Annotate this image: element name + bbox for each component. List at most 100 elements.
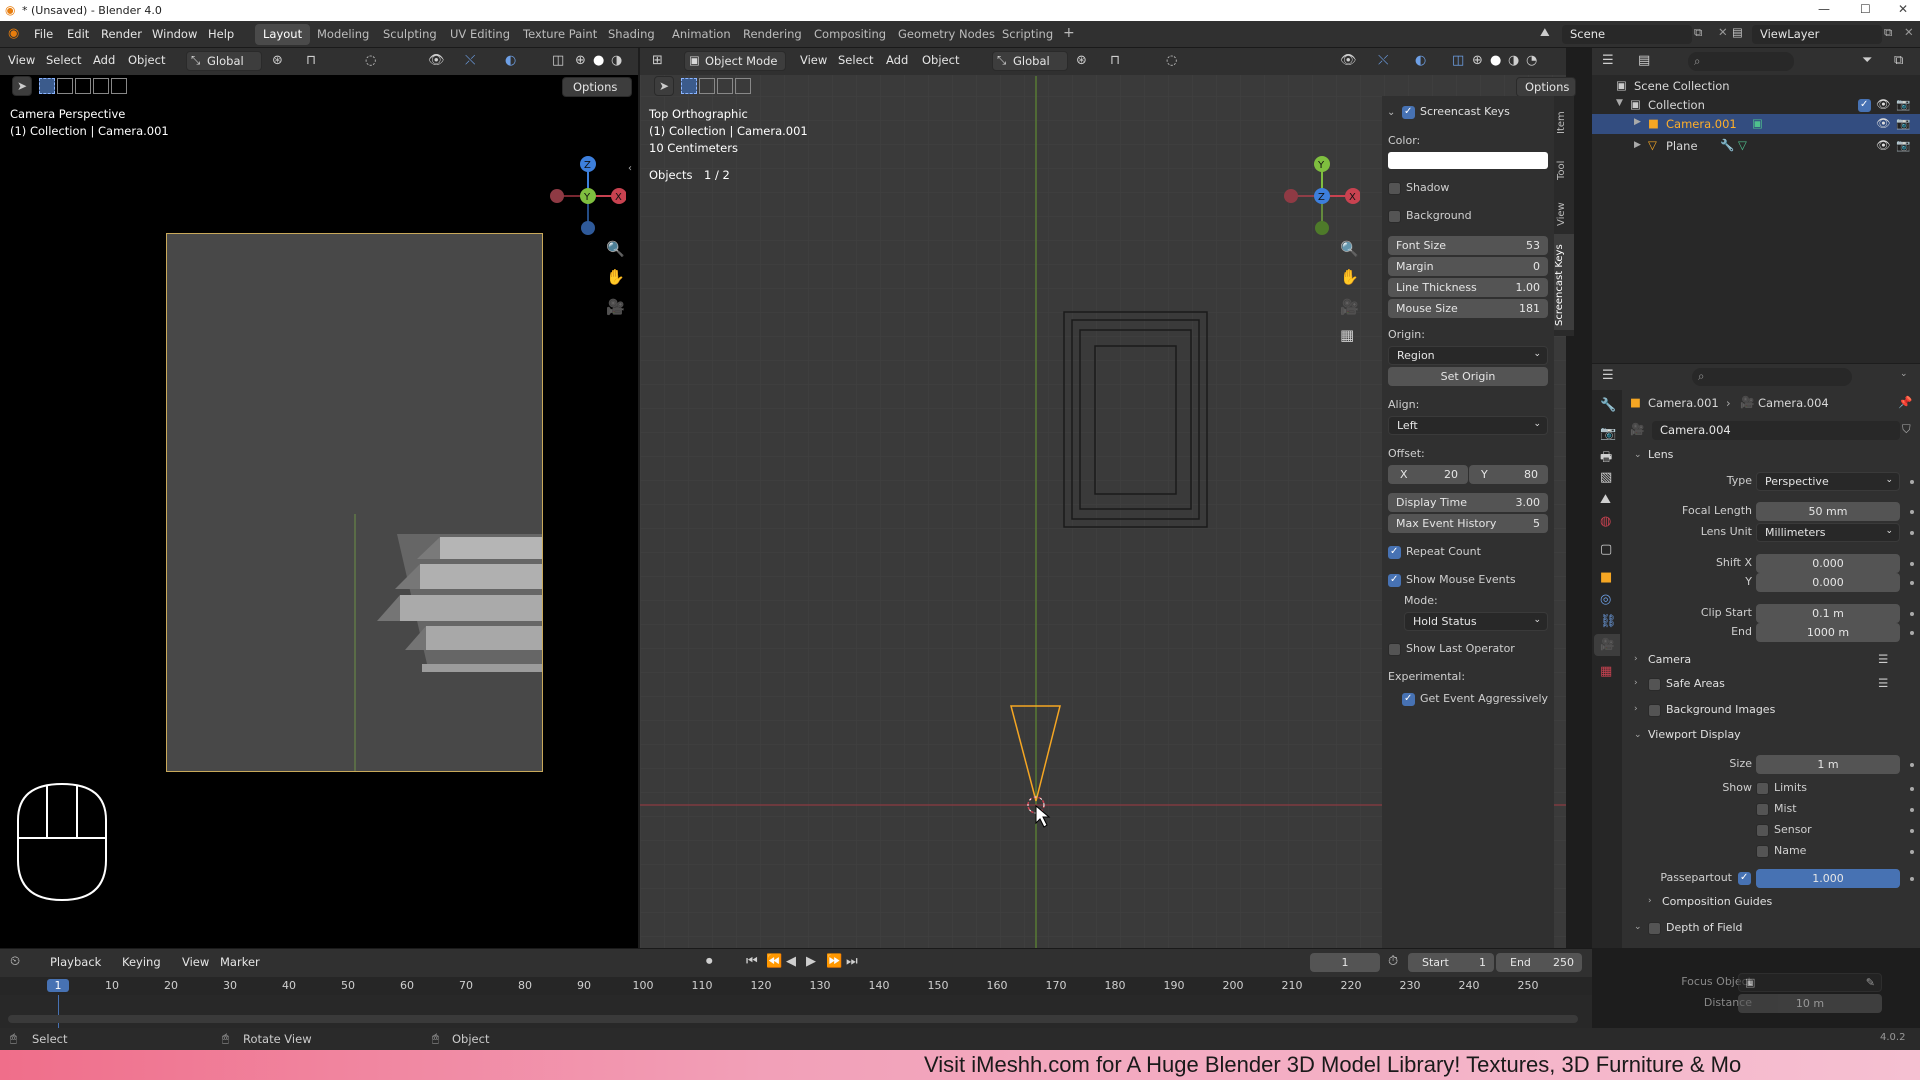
shadow-checkbox[interactable]	[1388, 182, 1401, 195]
add-workspace-button[interactable]: +	[1063, 25, 1075, 41]
keyframe-dot-icon[interactable]	[1910, 829, 1914, 833]
clip-start-field[interactable]: 0.1 m	[1756, 604, 1900, 623]
keyframe-dot-icon[interactable]	[1910, 787, 1914, 791]
keyframe-dot-icon[interactable]	[1910, 612, 1914, 616]
left-navigation-gizmo[interactable]: Z X Y	[546, 148, 626, 238]
visibility-icon[interactable]: 👁	[1340, 53, 1357, 68]
pan-hand-icon[interactable]: ✋	[606, 268, 625, 286]
keyframe-dot-icon[interactable]	[1910, 562, 1914, 566]
visibility-icon[interactable]: 👁	[428, 53, 445, 68]
tab-scripting[interactable]: Scripting	[994, 24, 1061, 45]
keyframe-dot-icon[interactable]	[1910, 877, 1914, 881]
proportional-icon[interactable]: ◌	[365, 53, 376, 68]
output-tab-icon[interactable]: 🖶	[1600, 448, 1612, 470]
blender-menu-icon[interactable]: ◉	[8, 26, 19, 41]
solid-shading-icon[interactable]: ●	[593, 53, 604, 68]
properties-search-input[interactable]: ⌕	[1692, 368, 1852, 386]
display-mode-icon[interactable]: ▤	[1638, 53, 1650, 68]
maximize-icon[interactable]: ☐	[1860, 2, 1871, 16]
gizmo-icon[interactable]: ⤬	[465, 53, 475, 68]
screencast-enable-checkbox[interactable]	[1402, 106, 1415, 119]
align-dropdown[interactable]: Left ⌄	[1388, 416, 1548, 435]
timeline-menu-marker[interactable]: Marker	[220, 955, 260, 969]
display-time-field[interactable]: Display Time 3.00	[1388, 493, 1548, 512]
select-invert-icon[interactable]	[93, 78, 109, 94]
pan-hand-icon[interactable]: ✋	[1340, 268, 1359, 286]
origin-dropdown[interactable]: Region ⌄	[1388, 346, 1548, 365]
close-icon[interactable]: ✕	[1898, 2, 1908, 16]
overlay-icon[interactable]: ◐	[1415, 53, 1426, 68]
wireframe-shading-icon[interactable]: ⊕	[1472, 53, 1483, 68]
promo-banner[interactable]: Visit iMeshh.com for A Huge Blender 3D M…	[0, 1050, 1920, 1080]
timeline-menu-view[interactable]: View	[182, 955, 209, 969]
limits-checkbox[interactable]	[1756, 782, 1769, 795]
tab-uv-editing[interactable]: UV Editing	[442, 24, 518, 45]
expand-icon[interactable]: ▶	[1634, 117, 1641, 127]
zoom-icon[interactable]: 🔍	[606, 240, 625, 258]
clip-end-field[interactable]: 1000 m	[1756, 623, 1900, 642]
camera-eye-icon[interactable]: 👁	[1876, 116, 1891, 130]
camera-expand-icon[interactable]: ›	[1634, 654, 1638, 664]
repeat-count-checkbox[interactable]	[1388, 546, 1401, 559]
collection-render-icon[interactable]: 📷	[1896, 97, 1910, 111]
delete-scene-icon[interactable]: ✕	[1718, 25, 1728, 39]
render-tab-icon[interactable]: 📷	[1600, 426, 1616, 441]
name-checkbox[interactable]	[1756, 845, 1769, 858]
gizmo-icon[interactable]: ⤬	[1378, 53, 1388, 68]
jump-end-icon[interactable]: ⏭	[846, 954, 858, 969]
main-menu-select[interactable]: Select	[838, 53, 873, 67]
zoom-icon[interactable]: 🔍	[1340, 240, 1359, 258]
main-menu-view[interactable]: View	[800, 53, 827, 67]
offset-y-field[interactable]: Y 80	[1469, 465, 1548, 484]
bg-images-checkbox[interactable]	[1648, 704, 1661, 717]
tab-geometry-nodes[interactable]: Geometry Nodes	[890, 24, 1003, 45]
camera-render-icon[interactable]: 📷	[1896, 116, 1910, 130]
keyframe-dot-icon[interactable]	[1910, 531, 1914, 535]
keyframe-dot-icon[interactable]	[1910, 510, 1914, 514]
end-frame-field[interactable]: End 250	[1496, 953, 1582, 972]
left-transform-orientation[interactable]: ⤡ Global	[186, 51, 262, 71]
collection-label[interactable]: Collection	[1648, 98, 1705, 112]
tab-modeling[interactable]: Modeling	[309, 24, 377, 45]
mode-dropdown[interactable]: Hold Status ⌄	[1404, 612, 1548, 631]
solid-shading-icon[interactable]: ●	[1490, 53, 1501, 68]
editor-type-icon[interactable]: ⊞	[652, 53, 663, 68]
scene-collection-label[interactable]: Scene Collection	[1634, 79, 1730, 93]
select-box-mode-icon[interactable]	[39, 78, 55, 94]
collection-expand-icon[interactable]: ▼	[1616, 98, 1623, 108]
viewlayer-selector[interactable]: ViewLayer	[1752, 25, 1882, 44]
scene-selector[interactable]: Scene	[1562, 25, 1692, 44]
left-menu-select[interactable]: Select	[46, 53, 81, 67]
lens-unit-dropdown[interactable]: Millimeters ⌄	[1756, 523, 1900, 542]
tab-shading[interactable]: Shading	[600, 24, 663, 45]
select-invert-icon[interactable]	[735, 78, 751, 94]
ortho-grid-icon[interactable]: ▦	[1340, 326, 1354, 344]
tab-layout[interactable]: Layout	[255, 24, 311, 45]
wireframe-shading-icon[interactable]: ⊕	[575, 53, 586, 68]
texture-tab-icon[interactable]: ▦	[1600, 664, 1612, 679]
safe-areas-header[interactable]: Safe Areas	[1666, 677, 1725, 690]
safe-areas-checkbox[interactable]	[1648, 678, 1661, 691]
outliner-search-input[interactable]: ⌕	[1688, 52, 1794, 71]
lens-section-header[interactable]: Lens	[1648, 448, 1673, 461]
background-checkbox[interactable]	[1388, 210, 1401, 223]
select-tool-icon[interactable]: ➤	[12, 76, 32, 96]
view-layer-tab-icon[interactable]: ▧	[1600, 470, 1612, 485]
outliner-row-camera[interactable]: ▶ ■ Camera.001 ▣ 👁 📷	[1592, 114, 1920, 134]
tab-compositing[interactable]: Compositing	[806, 24, 894, 45]
panel-collapse-icon[interactable]: ⌄	[1387, 107, 1395, 118]
outliner-editor-icon[interactable]: ☰	[1602, 53, 1614, 68]
color-swatch[interactable]	[1388, 152, 1548, 169]
start-frame-field[interactable]: Start 1	[1408, 953, 1494, 972]
plane-render-icon[interactable]: 📷	[1896, 138, 1910, 152]
timeline-ruler-area[interactable]: 1 10 20 30 40 50 60 70 80 90 100 110 120 130 140 150 160…	[0, 977, 1592, 1029]
world-tab-icon[interactable]: ◍	[1600, 514, 1611, 529]
passepartout-checkbox[interactable]	[1738, 872, 1751, 885]
shift-x-field[interactable]: 0.000	[1756, 554, 1900, 573]
pivot-icon[interactable]: ⊛	[272, 53, 283, 68]
select-subtract-icon[interactable]	[717, 78, 733, 94]
tool-tab-icon[interactable]: 🔧	[1600, 398, 1616, 413]
font-size-field[interactable]: Font Size 53	[1388, 236, 1548, 255]
minimize-icon[interactable]: —	[1818, 2, 1830, 16]
select-tool-icon[interactable]: ➤	[654, 76, 674, 96]
